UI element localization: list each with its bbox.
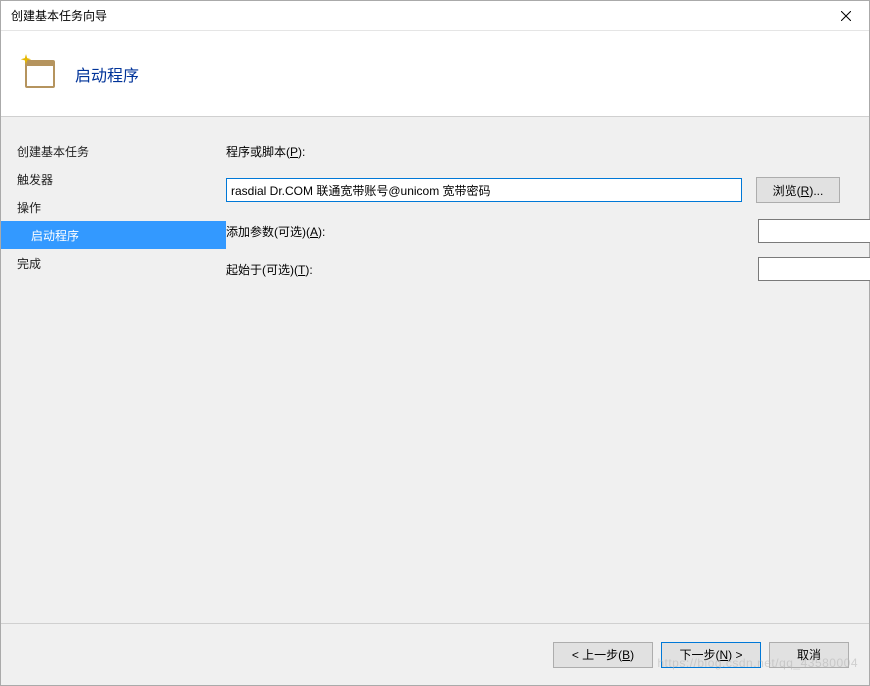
- close-button[interactable]: [823, 1, 869, 31]
- program-input-row: 浏览(R)...: [226, 177, 870, 203]
- wizard-header: 启动程序: [1, 31, 869, 116]
- sidebar-item-start-program[interactable]: 启动程序: [1, 221, 226, 249]
- add-arguments-input[interactable]: [758, 219, 870, 243]
- sidebar-item-finish[interactable]: 完成: [15, 249, 226, 277]
- browse-button[interactable]: 浏览(R)...: [756, 177, 840, 203]
- args-row: 添加参数(可选)(A):: [226, 219, 870, 243]
- next-button[interactable]: 下一步(N) >: [661, 642, 761, 668]
- sidebar-item-action[interactable]: 操作: [15, 193, 226, 221]
- back-button[interactable]: < 上一步(B): [553, 642, 653, 668]
- scheduler-icon: [21, 56, 57, 92]
- sidebar-item-label: 完成: [17, 255, 41, 272]
- sidebar-item-label: 启动程序: [31, 227, 79, 244]
- window-title: 创建基本任务向导: [11, 7, 107, 24]
- program-label-row: 程序或脚本(P):: [226, 137, 870, 165]
- main-panel: 程序或脚本(P): 浏览(R)... 添加参数(可选)(A): 起始于(可选)(…: [226, 137, 870, 623]
- start-in-label: 起始于(可选)(T):: [226, 261, 313, 278]
- sidebar-item-label: 创建基本任务: [17, 143, 89, 160]
- add-arguments-label: 添加参数(可选)(A):: [226, 223, 325, 240]
- wizard-footer: < 上一步(B) 下一步(N) > 取消: [1, 623, 869, 685]
- start-in-input[interactable]: [758, 257, 870, 281]
- sidebar-item-create-task[interactable]: 创建基本任务: [15, 137, 226, 165]
- page-title: 启动程序: [75, 62, 139, 86]
- wizard-body: 创建基本任务 触发器 操作 启动程序 完成 程序或脚本(P):: [1, 117, 869, 623]
- sidebar: 创建基本任务 触发器 操作 启动程序 完成: [1, 137, 226, 623]
- wizard-window: 创建基本任务向导 启动程序 创建基本任务 触发器 操作: [0, 0, 870, 686]
- cancel-button[interactable]: 取消: [769, 642, 849, 668]
- sidebar-item-trigger[interactable]: 触发器: [15, 165, 226, 193]
- startin-row: 起始于(可选)(T):: [226, 257, 870, 281]
- program-script-label: 程序或脚本(P):: [226, 143, 305, 160]
- sidebar-item-label: 操作: [17, 199, 41, 216]
- close-icon: [841, 11, 851, 21]
- program-script-input[interactable]: [226, 178, 742, 202]
- titlebar: 创建基本任务向导: [1, 1, 869, 31]
- sidebar-item-label: 触发器: [17, 171, 53, 188]
